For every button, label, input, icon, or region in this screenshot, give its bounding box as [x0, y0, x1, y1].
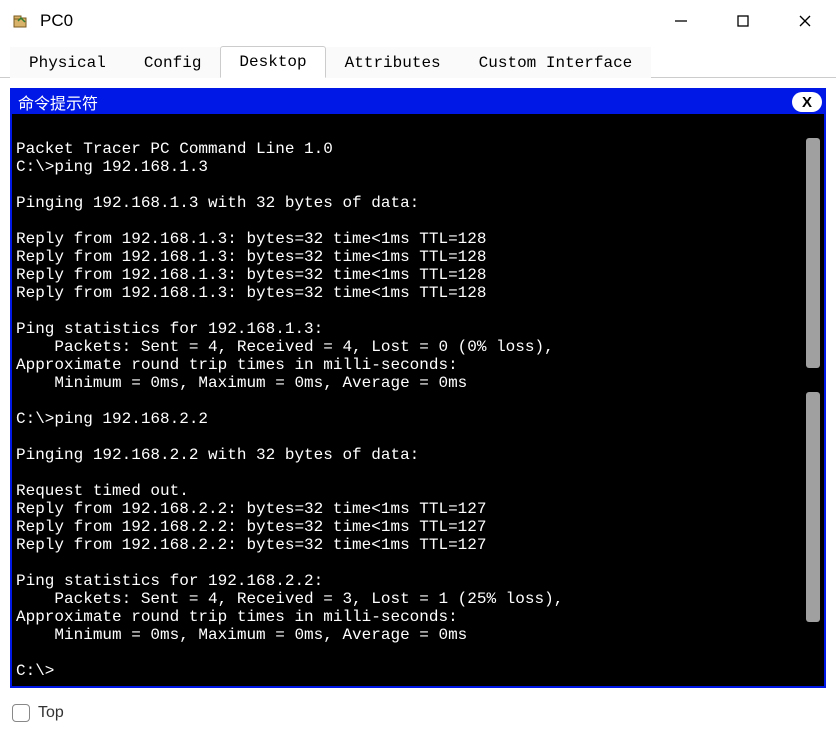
terminal-scrollbar[interactable] [802, 114, 824, 686]
app-icon [12, 12, 30, 30]
top-label: Top [38, 704, 64, 722]
close-button[interactable] [774, 0, 836, 42]
scroll-thumb-lower[interactable] [806, 392, 820, 622]
terminal-body-wrap: Packet Tracer PC Command Line 1.0 C:\>pi… [12, 114, 824, 686]
window-title: PC0 [40, 11, 650, 31]
window-titlebar: PC0 [0, 0, 836, 42]
tab-bar: Physical Config Desktop Attributes Custo… [0, 44, 836, 78]
terminal-titlebar: 命令提示符 X [12, 90, 824, 114]
terminal-title: 命令提示符 [18, 90, 98, 114]
scroll-thumb-upper[interactable] [806, 138, 820, 368]
workspace: 命令提示符 X Packet Tracer PC Command Line 1.… [0, 78, 836, 698]
tab-custom-interface[interactable]: Custom Interface [460, 47, 652, 78]
terminal-window: 命令提示符 X Packet Tracer PC Command Line 1.… [10, 88, 826, 688]
tab-physical[interactable]: Physical [10, 47, 125, 78]
terminal-close-button[interactable]: X [792, 92, 822, 112]
minimize-button[interactable] [650, 0, 712, 42]
tab-config[interactable]: Config [125, 47, 221, 78]
tab-attributes[interactable]: Attributes [326, 47, 460, 78]
terminal-output[interactable]: Packet Tracer PC Command Line 1.0 C:\>pi… [12, 114, 802, 686]
window-controls [650, 0, 836, 42]
maximize-button[interactable] [712, 0, 774, 42]
tab-desktop[interactable]: Desktop [220, 46, 325, 78]
top-checkbox[interactable] [12, 704, 30, 722]
bottom-bar: Top [0, 698, 836, 728]
